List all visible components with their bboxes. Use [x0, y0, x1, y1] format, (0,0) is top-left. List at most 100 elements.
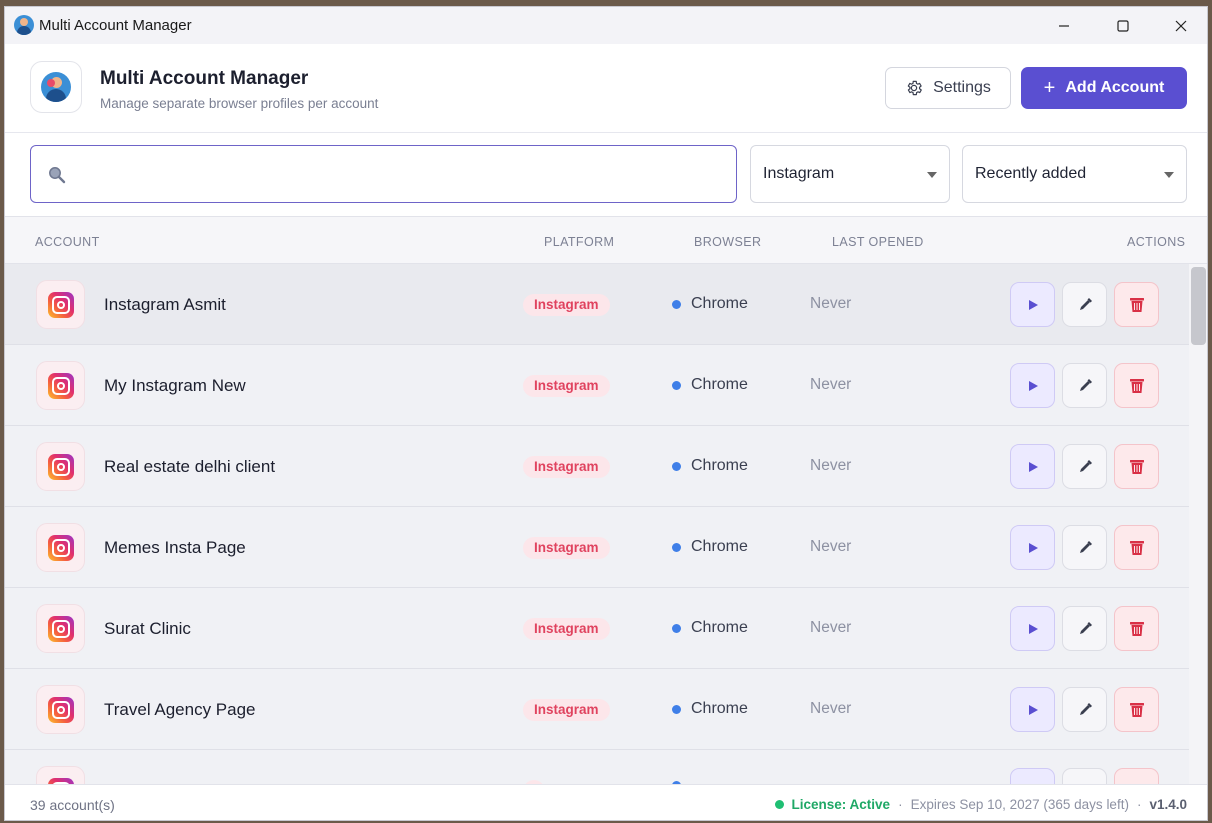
delete-button[interactable]	[1114, 282, 1159, 327]
delete-button[interactable]	[1114, 687, 1159, 732]
last-opened: Never	[810, 700, 852, 717]
delete-button[interactable]	[1114, 444, 1159, 489]
app-header: Multi Account Manager Manage separate br…	[5, 44, 1207, 133]
launch-button[interactable]	[1010, 444, 1055, 489]
close-button[interactable]	[1152, 7, 1207, 44]
platform-logo	[36, 685, 85, 734]
chevron-down-icon	[927, 172, 937, 178]
platform-logo	[36, 442, 85, 491]
pencil-icon	[1079, 297, 1092, 310]
table-row[interactable]	[5, 750, 1189, 784]
last-opened: Never	[810, 538, 852, 555]
delete-button[interactable]	[1114, 525, 1159, 570]
app-version: v1.4.0	[1149, 797, 1187, 812]
status-bar: 39 account(s) License: Active · Expires …	[5, 784, 1207, 820]
table-row[interactable]: My Instagram New Instagram Chrome Never	[5, 345, 1189, 426]
delete-button[interactable]	[1114, 768, 1159, 784]
plus-icon: +	[1043, 76, 1056, 99]
platform-badge: Instagram	[523, 618, 610, 640]
page-subtitle: Manage separate browser profiles per acc…	[100, 96, 379, 111]
play-icon	[1028, 380, 1038, 391]
browser-name: Chrome	[691, 457, 748, 474]
account-name: My Instagram New	[104, 376, 246, 395]
edit-button[interactable]	[1062, 687, 1107, 732]
browser-name: Chrome	[691, 619, 748, 636]
maximize-icon	[1117, 19, 1129, 32]
platform-badge: Instagram	[523, 294, 610, 316]
license-status: License: Active	[791, 797, 891, 812]
browser-dot	[672, 461, 681, 471]
trash-icon	[1129, 459, 1144, 474]
table-row[interactable]: Travel Agency Page Instagram Chrome Neve…	[5, 669, 1189, 750]
platform-select-value: Instagram	[763, 165, 835, 182]
edit-button[interactable]	[1062, 768, 1107, 784]
account-name: Real estate delhi client	[104, 457, 276, 476]
instagram-icon	[47, 534, 74, 561]
edit-button[interactable]	[1062, 363, 1107, 408]
maximize-button[interactable]	[1094, 7, 1152, 44]
separator: ·	[898, 797, 903, 812]
search-input[interactable]	[30, 145, 737, 203]
trash-icon	[1129, 702, 1144, 717]
browser-dot	[672, 704, 681, 714]
delete-button[interactable]	[1114, 606, 1159, 651]
license-status-dot	[774, 800, 784, 809]
browser-cell: Chrome	[672, 376, 748, 394]
trash-icon	[1129, 540, 1144, 555]
edit-button[interactable]	[1062, 606, 1107, 651]
table-row[interactable]: Real estate delhi client Instagram Chrom…	[5, 426, 1189, 507]
play-icon	[1028, 542, 1038, 553]
launch-button[interactable]	[1010, 363, 1055, 408]
platform-badge: Instagram	[523, 699, 610, 721]
settings-button[interactable]: Settings	[885, 67, 1011, 109]
edit-button[interactable]	[1062, 282, 1107, 327]
last-opened: Never	[810, 457, 852, 474]
browser-cell: Chrome	[672, 538, 748, 556]
instagram-icon	[47, 453, 74, 480]
play-icon	[1028, 704, 1038, 715]
col-last-opened: LAST OPENED	[832, 235, 924, 249]
instagram-icon	[47, 291, 74, 318]
launch-button[interactable]	[1010, 606, 1055, 651]
account-name: Travel Agency Page	[104, 700, 256, 719]
play-icon	[1028, 461, 1038, 472]
table-row[interactable]: Surat Clinic Instagram Chrome Never	[5, 588, 1189, 669]
browser-cell: Chrome	[672, 295, 748, 313]
pencil-icon	[1079, 540, 1092, 553]
browser-dot	[672, 299, 681, 309]
minimize-icon	[1059, 24, 1069, 27]
trash-icon	[1129, 378, 1144, 393]
browser-dot	[672, 623, 681, 633]
edit-button[interactable]	[1062, 444, 1107, 489]
browser-dot	[672, 380, 681, 390]
platform-select[interactable]: Instagram	[750, 145, 950, 203]
delete-button[interactable]	[1114, 363, 1159, 408]
last-opened: Never	[810, 295, 852, 312]
platform-badge: Instagram	[523, 537, 610, 559]
platform-logo	[36, 604, 85, 653]
app-logo-icon	[14, 15, 34, 35]
col-account: ACCOUNT	[35, 235, 100, 249]
table-row[interactable]: Memes Insta Page Instagram Chrome Never	[5, 507, 1189, 588]
edit-button[interactable]	[1062, 525, 1107, 570]
launch-button[interactable]	[1010, 282, 1055, 327]
license-expiry: Expires Sep 10, 2027 (365 days left)	[910, 797, 1129, 812]
account-list[interactable]: Instagram Asmit Instagram Chrome Never M…	[5, 264, 1189, 784]
settings-label: Settings	[933, 79, 991, 96]
page-title: Multi Account Manager	[100, 68, 309, 89]
account-name: Instagram Asmit	[104, 295, 226, 314]
account-count: 39 account(s)	[30, 797, 115, 813]
add-account-button[interactable]: + Add Account	[1021, 67, 1187, 109]
browser-dot	[672, 542, 681, 552]
sort-select[interactable]: Recently added	[962, 145, 1187, 203]
table-row[interactable]: Instagram Asmit Instagram Chrome Never	[5, 264, 1189, 345]
add-account-label: Add Account	[1065, 79, 1165, 96]
launch-button[interactable]	[1010, 687, 1055, 732]
platform-badge: Instagram	[523, 456, 610, 478]
launch-button[interactable]	[1010, 768, 1055, 784]
search-icon	[49, 167, 66, 184]
scrollbar-thumb[interactable]	[1191, 267, 1206, 345]
close-icon	[1175, 20, 1187, 31]
launch-button[interactable]	[1010, 525, 1055, 570]
minimize-button[interactable]	[1035, 7, 1093, 44]
